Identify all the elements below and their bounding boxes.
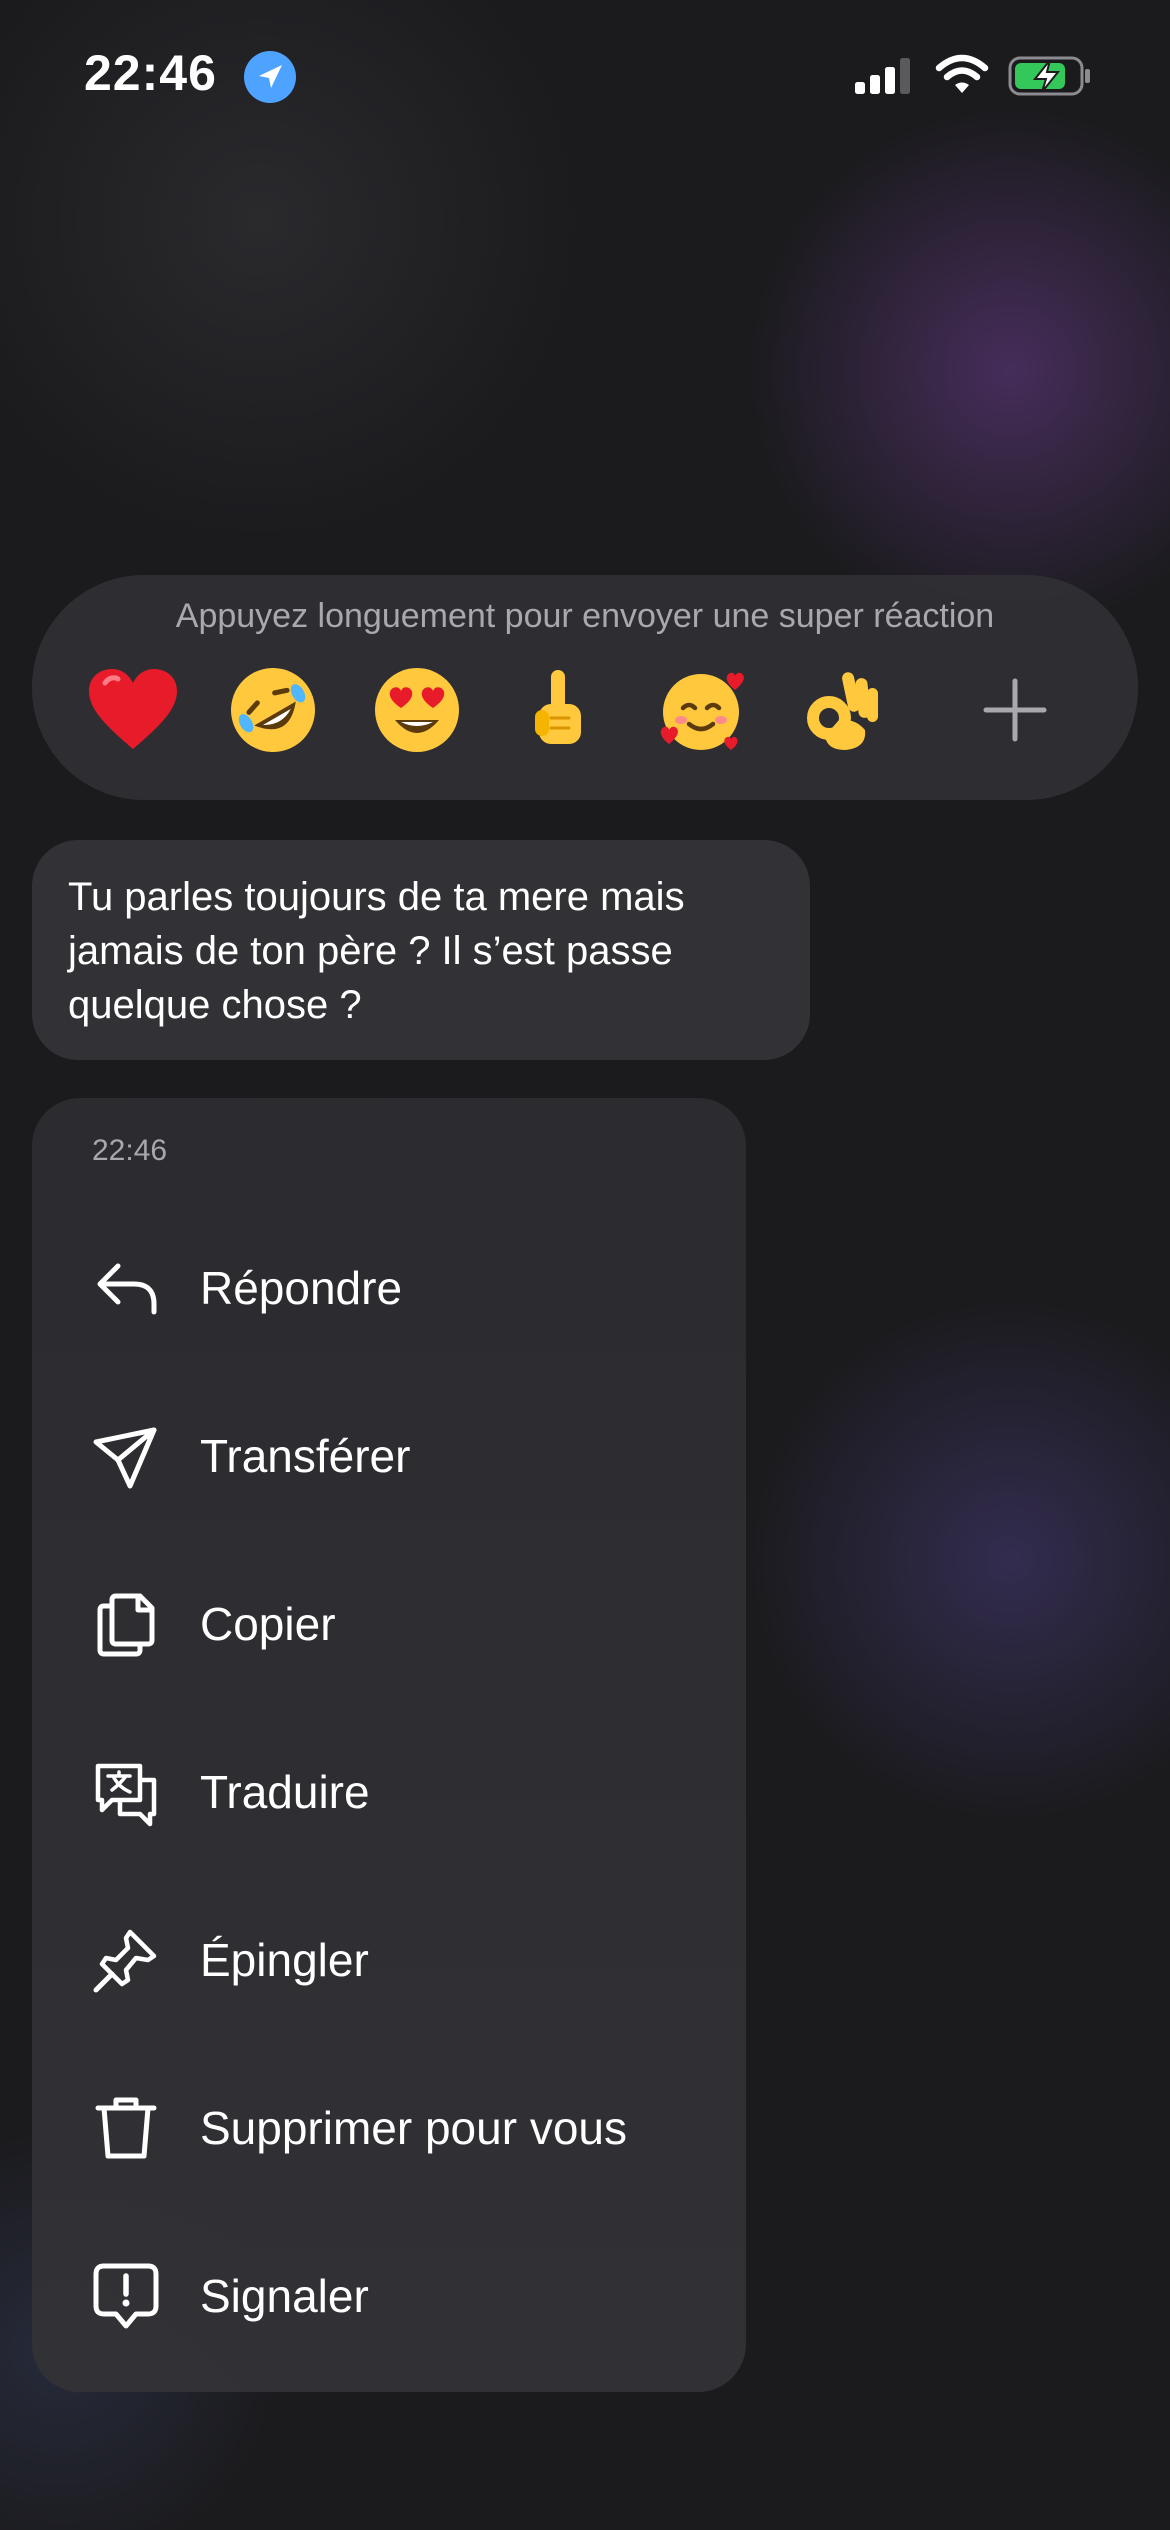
translate-icon (95, 1763, 157, 1827)
location-arrow-icon (244, 51, 296, 103)
menu-item-label: Signaler (200, 2270, 369, 2322)
wifi-icon (935, 54, 989, 93)
menu-item-pin[interactable]: Épingler (32, 1876, 746, 2044)
menu-item-forward[interactable]: Transférer (32, 1372, 746, 1540)
heart-eyes-face-icon (375, 668, 459, 752)
status-time: 22:46 (84, 45, 217, 101)
smiling-hearts-emoji-reaction[interactable] (646, 655, 756, 765)
middle-finger-icon (535, 670, 581, 744)
reply-icon (97, 1263, 157, 1315)
report-icon (93, 2263, 159, 2329)
status-bar: 22:46 (0, 0, 1170, 150)
message-bubble[interactable]: Tu parles toujours de ta mere mais jamai… (32, 840, 810, 1060)
menu-item-label: Transférer (200, 1430, 411, 1482)
menu-item-label: Épingler (200, 1934, 369, 1986)
battery-charging-icon (1008, 56, 1090, 96)
cellular-signal-icon (855, 58, 910, 94)
middle-finger-emoji-reaction[interactable] (502, 655, 612, 765)
smiling-face-with-hearts-icon (660, 672, 744, 750)
menu-item-reply[interactable]: Répondre (32, 1204, 746, 1372)
menu-item-copy[interactable]: Copier (32, 1540, 746, 1708)
send-icon (93, 1427, 157, 1489)
menu-item-label: Copier (200, 1598, 336, 1650)
heart-icon (89, 669, 177, 749)
heart-emoji-reaction[interactable] (78, 655, 188, 765)
menu-item-label: Traduire (200, 1766, 370, 1818)
pin-icon (93, 1929, 157, 1993)
copy-icon (97, 1593, 155, 1657)
menu-item-report[interactable]: Signaler (32, 2212, 746, 2380)
plus-icon[interactable] (980, 675, 1050, 745)
reaction-bar: Appuyez longuement pour envoyer une supe… (32, 575, 1138, 800)
ok-hand-emoji-reaction[interactable] (786, 655, 896, 765)
rolling-laughing-emoji-reaction[interactable] (218, 655, 328, 765)
heart-eyes-emoji-reaction[interactable] (362, 655, 472, 765)
message-text: Tu parles toujours de ta mere mais jamai… (68, 875, 685, 1027)
message-timestamp: 22:46 (92, 1134, 168, 1167)
menu-item-label: Supprimer pour vous (200, 2102, 627, 2154)
reaction-hint: Appuyez longuement pour envoyer une supe… (175, 597, 995, 635)
menu-item-translate[interactable]: Traduire (32, 1708, 746, 1876)
trash-icon (95, 2097, 157, 2159)
rolling-on-floor-laughing-icon (231, 668, 315, 752)
ok-hand-icon (807, 672, 878, 750)
menu-item-label: Répondre (200, 1262, 403, 1314)
menu-item-delete-for-you[interactable]: Supprimer pour vous (32, 2044, 746, 2212)
message-context-menu: 22:46 Répondre Transférer Copier Traduir… (32, 1098, 746, 2392)
